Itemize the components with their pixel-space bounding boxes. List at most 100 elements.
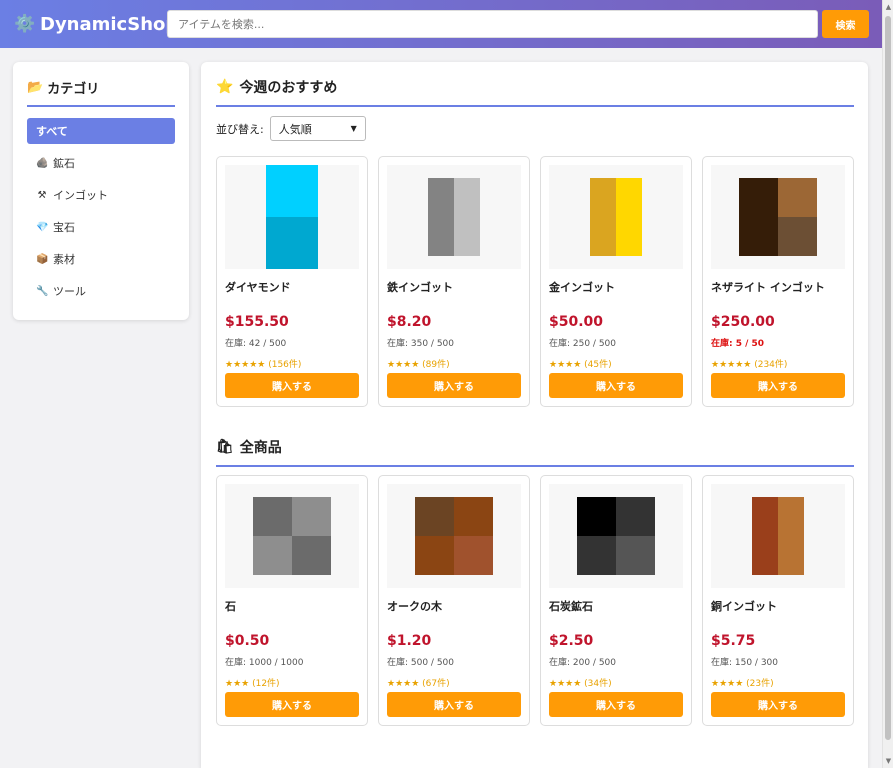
product-image-box <box>225 484 359 588</box>
review-count: (234件) <box>754 360 788 370</box>
product-image-box <box>711 484 845 588</box>
product-name: ダイヤモンド <box>225 281 291 294</box>
buy-button[interactable]: 購入する <box>387 692 521 717</box>
pixel-cell <box>415 497 454 536</box>
buy-button[interactable]: 購入する <box>549 373 683 398</box>
pixel-cell <box>752 497 778 575</box>
category-label: インゴット <box>53 189 108 202</box>
category-sidebar: 📂 カテゴリ すべて 🪨 鉱石 ⚒ インゴット 💎 宝石 📦 素材 🔧 ツール <box>13 62 189 320</box>
pixel-cell <box>428 178 454 256</box>
product-price: $0.50 <box>225 633 270 649</box>
pixel-cell <box>454 178 480 256</box>
category-item[interactable]: ⚒ インゴット <box>27 182 175 208</box>
page-scrollbar[interactable]: ▲ ▼ <box>882 0 893 768</box>
product-price: $155.50 <box>225 314 289 330</box>
product-name: 金インゴット <box>549 281 615 294</box>
category-icon: ⚒ <box>37 189 47 201</box>
product-rating: ★★★ (12件) <box>225 676 359 689</box>
pixel-cell <box>577 497 616 536</box>
review-count: (89件) <box>422 360 450 370</box>
category-item[interactable]: 💎 宝石 <box>27 214 175 240</box>
product-rating: ★★★★★ (234件) <box>711 357 845 370</box>
product-card[interactable]: 鉄インゴット $8.20 在庫: 350 / 500 ★★★★ (89件) 購入する <box>378 156 530 407</box>
pixel-cell <box>266 217 318 269</box>
search-button[interactable]: 検索 <box>822 10 869 38</box>
pixel-cell <box>266 165 318 217</box>
pixel-cell <box>577 536 616 575</box>
product-image-box <box>387 165 521 269</box>
product-rating: ★★★★ (67件) <box>387 676 521 689</box>
pixel-cell <box>616 178 642 256</box>
category-item[interactable]: 📦 素材 <box>27 246 175 272</box>
product-rating: ★★★★ (23件) <box>711 676 845 689</box>
search-input[interactable] <box>167 10 818 38</box>
star-rating-icon: ★★★★★ <box>225 360 266 370</box>
category-label: 素材 <box>53 253 75 266</box>
category-label: すべて <box>36 125 68 138</box>
category-icon: 💎 <box>36 221 49 233</box>
category-item[interactable]: 🔧 ツール <box>27 278 175 304</box>
pixel-cell <box>778 497 804 575</box>
pixel-cell <box>778 178 817 217</box>
product-image <box>590 178 642 256</box>
product-name: 石炭鉱石 <box>549 600 593 613</box>
main-content: ⭐ 今週のおすすめ 並び替え: 人気順 ▼ ダイヤモンド $155.50 在庫: 4… <box>201 62 868 768</box>
product-rating: ★★★★ (34件) <box>549 676 683 689</box>
product-card[interactable]: 銅インゴット $5.75 在庫: 150 / 300 ★★★★ (23件) 購入する <box>702 475 854 726</box>
product-card[interactable]: 石 $0.50 在庫: 1000 / 1000 ★★★ (12件) 購入する <box>216 475 368 726</box>
star-rating-icon: ★★★ <box>225 679 250 689</box>
folder-icon: 📂 <box>27 80 44 95</box>
product-image-box <box>225 165 359 269</box>
product-card[interactable]: 石炭鉱石 $2.50 在庫: 200 / 500 ★★★★ (34件) 購入する <box>540 475 692 726</box>
category-item[interactable]: 🪨 鉱石 <box>27 150 175 176</box>
product-card[interactable]: 金インゴット $50.00 在庫: 250 / 500 ★★★★ (45件) 購入する <box>540 156 692 407</box>
buy-button[interactable]: 購入する <box>387 373 521 398</box>
product-stock: 在庫: 250 / 500 <box>549 339 617 349</box>
category-list: すべて 🪨 鉱石 ⚒ インゴット 💎 宝石 📦 素材 🔧 ツール <box>27 118 175 304</box>
star-rating-icon: ★★★★ <box>549 360 582 370</box>
all-product-grid: 石 $0.50 在庫: 1000 / 1000 ★★★ (12件) 購入する オークの木 $… <box>216 475 854 726</box>
scroll-up-arrow-icon[interactable]: ▲ <box>884 2 893 12</box>
product-card[interactable]: オークの木 $1.20 在庫: 500 / 500 ★★★★ (67件) 購入する <box>378 475 530 726</box>
product-image-box <box>387 484 521 588</box>
buy-button[interactable]: 購入する <box>225 373 359 398</box>
sort-select-value: 人気順 <box>278 122 312 136</box>
product-price: $50.00 <box>549 314 604 330</box>
review-count: (67件) <box>422 679 450 689</box>
star-rating-icon: ★★★★ <box>711 679 744 689</box>
category-label: 宝石 <box>53 221 75 234</box>
scroll-down-arrow-icon[interactable]: ▼ <box>884 756 893 766</box>
logo[interactable]: ⚙️ DynamicShop <box>14 14 178 35</box>
category-item[interactable]: すべて <box>27 118 175 144</box>
shopping-bag-icon: 🛍 <box>216 439 234 455</box>
buy-button[interactable]: 購入する <box>711 692 845 717</box>
pixel-cell <box>454 497 493 536</box>
product-price: $5.75 <box>711 633 756 649</box>
review-count: (34件) <box>584 679 612 689</box>
product-card[interactable]: ネザライト インゴット $250.00 在庫: 5 / 50 ★★★★★ (234件)… <box>702 156 854 407</box>
product-image-box <box>549 484 683 588</box>
pixel-cell <box>590 178 616 256</box>
buy-button[interactable]: 購入する <box>549 692 683 717</box>
product-rating: ★★★★ (45件) <box>549 357 683 370</box>
review-count: (23件) <box>746 679 774 689</box>
pixel-cell <box>739 217 778 256</box>
header: ⚙️ DynamicShop 検索 <box>0 0 882 48</box>
product-image <box>752 497 804 575</box>
buy-button[interactable]: 購入する <box>711 373 845 398</box>
scroll-thumb[interactable] <box>885 16 891 740</box>
all-products-section-title: 🛍 全商品 <box>216 437 854 467</box>
pixel-cell <box>415 536 454 575</box>
review-count: (12件) <box>252 679 280 689</box>
featured-title-text: 今週のおすすめ <box>239 80 338 96</box>
product-price: $250.00 <box>711 314 775 330</box>
product-image-box <box>549 165 683 269</box>
sidebar-title: 📂 カテゴリ <box>27 76 175 107</box>
logo-text: DynamicShop <box>40 13 179 35</box>
review-count: (45件) <box>584 360 612 370</box>
buy-button[interactable]: 購入する <box>225 692 359 717</box>
product-card[interactable]: ダイヤモンド $155.50 在庫: 42 / 500 ★★★★★ (156件) 購入す… <box>216 156 368 407</box>
product-name: ネザライト インゴット <box>711 281 825 294</box>
product-rating: ★★★★★ (156件) <box>225 357 359 370</box>
sort-select[interactable]: 人気順 ▼ <box>269 116 366 141</box>
